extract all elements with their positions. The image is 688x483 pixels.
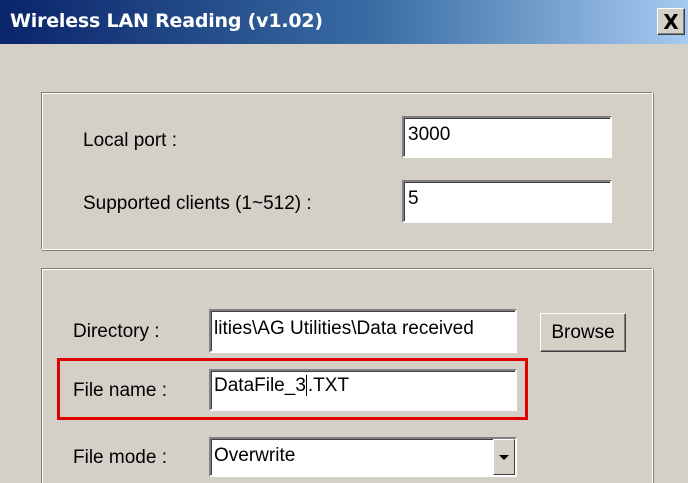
close-icon: X (663, 9, 679, 34)
title-bar[interactable]: Wireless LAN Reading (v1.02) X (0, 0, 688, 44)
supported-clients-label: Supported clients (1~512) : (83, 193, 312, 214)
local-port-label: Local port : (83, 130, 177, 151)
directory-label: Directory : (73, 321, 160, 342)
dropdown-button[interactable] (493, 439, 515, 475)
file-name-extension: .TXT (307, 375, 350, 396)
supported-clients-input[interactable]: 5 (402, 180, 612, 223)
browse-button[interactable]: Browse (540, 313, 626, 352)
file-mode-select[interactable]: Overwrite (209, 437, 517, 477)
file-mode-value: Overwrite (214, 445, 296, 466)
window-title: Wireless LAN Reading (v1.02) (10, 10, 323, 32)
supported-clients-value: 5 (408, 188, 419, 209)
local-port-input[interactable]: 3000 (402, 116, 612, 158)
file-name-text: DataFile_3 (214, 375, 306, 396)
directory-input[interactable]: lities\AG Utilities\Data received (209, 309, 517, 353)
file-name-input[interactable]: DataFile_3 .TXT (209, 369, 517, 411)
dialog-window: Wireless LAN Reading (v1.02) X Local por… (0, 0, 688, 483)
local-port-value: 3000 (408, 124, 451, 145)
close-button[interactable]: X (657, 8, 685, 35)
chevron-down-icon (499, 454, 509, 460)
file-name-label: File name : (73, 380, 167, 401)
browse-button-label: Browse (551, 321, 615, 343)
directory-value: lities\AG Utilities\Data received (214, 318, 474, 339)
file-mode-label: File mode : (73, 447, 167, 468)
